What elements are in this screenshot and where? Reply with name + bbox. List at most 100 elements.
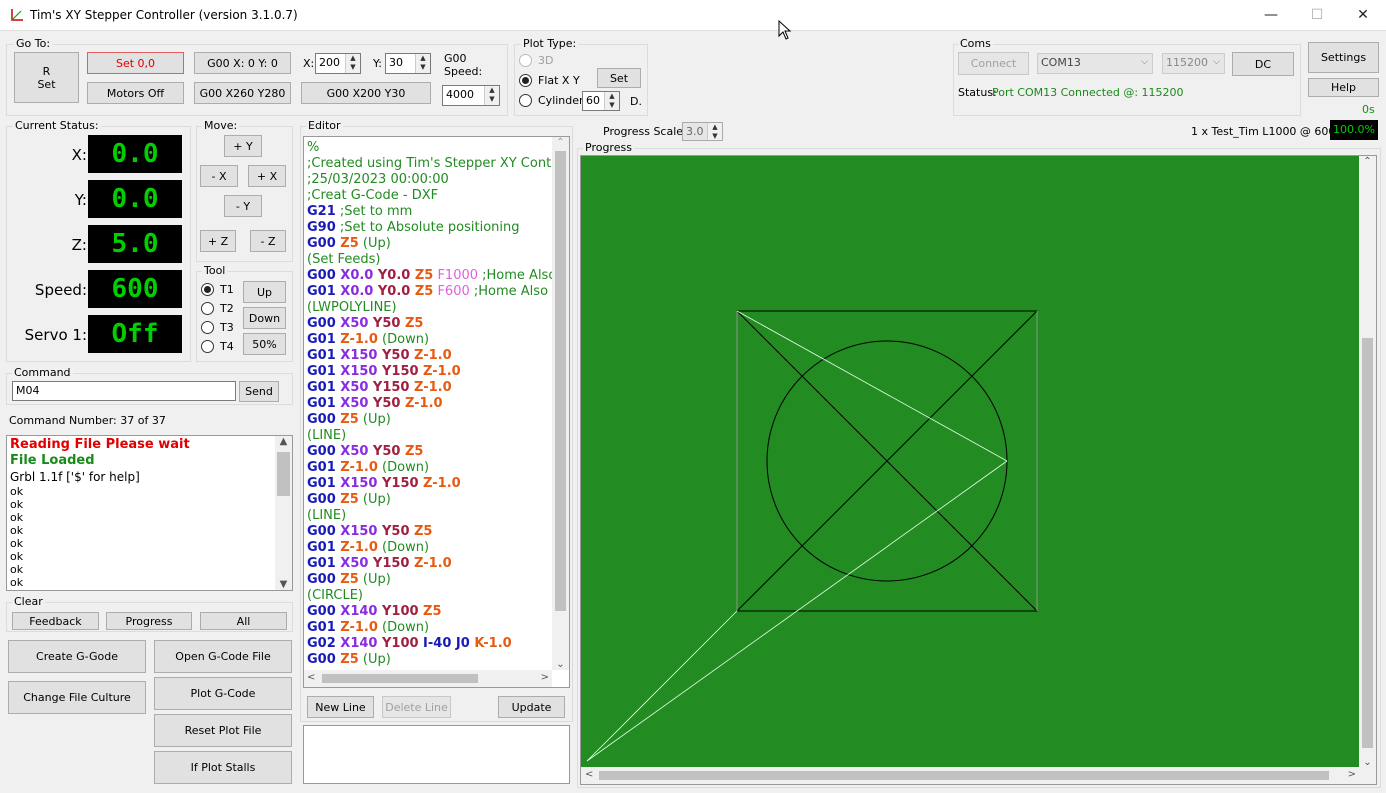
- plot-gcode-button[interactable]: Plot G-Code: [154, 677, 292, 710]
- goto-x260-button[interactable]: G00 X260 Y280: [194, 82, 291, 104]
- plot-vscrollbar[interactable]: ⌃ ⌄: [1359, 156, 1376, 768]
- gcode-line[interactable]: (CIRCLE): [307, 588, 552, 604]
- move-plus-x-button[interactable]: + X: [248, 165, 286, 187]
- reset-plot-button[interactable]: Reset Plot File: [154, 714, 292, 747]
- move-plus-y-button[interactable]: + Y: [224, 135, 262, 157]
- clear-all-button[interactable]: All: [200, 612, 287, 630]
- gcode-editor[interactable]: %;Created using Tim's Stepper XY Control…: [303, 136, 570, 688]
- scroll-thumb[interactable]: [555, 151, 566, 611]
- spinner-icon[interactable]: ▲ ▼: [707, 123, 722, 140]
- radio-flat-xy[interactable]: [519, 74, 532, 87]
- tool-up-button[interactable]: Up: [243, 281, 286, 303]
- help-button[interactable]: Help: [1308, 78, 1379, 97]
- com-port-select[interactable]: COM13 ⌵: [1037, 53, 1153, 74]
- move-minus-z-button[interactable]: - Z: [250, 230, 286, 252]
- radio-tool-1[interactable]: [201, 283, 214, 296]
- gcode-line[interactable]: G01 X150 Y150 Z-1.0: [307, 476, 552, 492]
- radio-3d[interactable]: [519, 54, 532, 67]
- scroll-thumb[interactable]: [277, 452, 290, 496]
- gcode-line[interactable]: G01 X150 Y50 Z-1.0: [307, 348, 552, 364]
- gcode-line[interactable]: G00 Z5 (Up): [307, 236, 552, 252]
- gcode-line[interactable]: ;Created using Tim's Stepper XY Controll…: [307, 156, 552, 172]
- cylinder-diameter-input[interactable]: 60 ▲ ▼: [582, 91, 620, 111]
- gcode-line[interactable]: ;25/03/2023 00:00:00: [307, 172, 552, 188]
- connect-button[interactable]: Connect: [958, 52, 1029, 75]
- goto-x-input[interactable]: 200 ▲ ▼: [315, 53, 361, 74]
- radio-cylinder[interactable]: [519, 94, 532, 107]
- spinner-icon[interactable]: ▲ ▼: [415, 54, 430, 73]
- open-gcode-button[interactable]: Open G-Code File: [154, 640, 292, 673]
- gcode-line[interactable]: (LINE): [307, 508, 552, 524]
- move-minus-x-button[interactable]: - X: [200, 165, 238, 187]
- gcode-line[interactable]: (Set Feeds): [307, 252, 552, 268]
- close-button[interactable]: ✕: [1340, 0, 1386, 31]
- gcode-line[interactable]: (LINE): [307, 428, 552, 444]
- gcode-line[interactable]: G02 X140 Y100 I-40 J0 K-1.0: [307, 636, 552, 652]
- update-button[interactable]: Update: [498, 696, 565, 718]
- line-edit-box[interactable]: [303, 725, 570, 784]
- spinner-icon[interactable]: ▲ ▼: [484, 86, 499, 105]
- create-gcode-button[interactable]: Create G-Gode: [8, 640, 146, 673]
- spinner-icon[interactable]: ▲ ▼: [345, 54, 360, 73]
- feedback-scrollbar[interactable]: ▲ ▼: [275, 436, 292, 590]
- radio-tool-3[interactable]: [201, 321, 214, 334]
- gcode-line[interactable]: %: [307, 140, 552, 156]
- gcode-line[interactable]: G00 X50 Y50 Z5: [307, 444, 552, 460]
- send-button[interactable]: Send: [239, 381, 279, 402]
- maximize-button[interactable]: ☐: [1294, 0, 1340, 31]
- feedback-box[interactable]: Reading File Please wait File Loaded Grb…: [6, 435, 293, 591]
- disconnect-button[interactable]: DC: [1232, 52, 1294, 76]
- chevron-down-icon[interactable]: ⌄: [552, 659, 569, 670]
- gcode-line[interactable]: (LWPOLYLINE): [307, 300, 552, 316]
- gcode-line[interactable]: G00 X0.0 Y0.0 Z5 F1000 ;Home Also s: [307, 268, 552, 284]
- chevron-left-icon[interactable]: <: [585, 769, 593, 780]
- tool-down-button[interactable]: Down: [243, 307, 286, 329]
- gcode-line[interactable]: G01 X50 Y50 Z-1.0: [307, 396, 552, 412]
- gcode-line[interactable]: G01 Z-1.0 (Down): [307, 620, 552, 636]
- goto-y-input[interactable]: 30 ▲ ▼: [385, 53, 431, 74]
- gcode-line[interactable]: G00 Z5 (Up): [307, 492, 552, 508]
- gcode-line[interactable]: G00 X50 Y50 Z5: [307, 316, 552, 332]
- new-line-button[interactable]: New Line: [307, 696, 374, 718]
- progress-scale-input[interactable]: 3.0 ▲ ▼: [682, 122, 723, 141]
- radio-tool-4[interactable]: [201, 340, 214, 353]
- gcode-line[interactable]: G01 Z-1.0 (Down): [307, 540, 552, 556]
- gcode-line[interactable]: G90 ;Set to Absolute positioning: [307, 220, 552, 236]
- set-zero-button[interactable]: Set 0,0: [87, 52, 184, 74]
- gcode-line[interactable]: G01 X50 Y150 Z-1.0: [307, 380, 552, 396]
- chevron-up-icon[interactable]: ▲: [275, 436, 292, 447]
- gcode-line[interactable]: G00 Z5 (Up): [307, 412, 552, 428]
- delete-line-button[interactable]: Delete Line: [382, 696, 451, 718]
- goto-origin-button[interactable]: G00 X: 0 Y: 0: [194, 52, 291, 74]
- chevron-right-icon[interactable]: >: [1348, 769, 1356, 780]
- gcode-line[interactable]: G01 Z-1.0 (Down): [307, 332, 552, 348]
- chevron-up-icon[interactable]: ⌃: [1359, 156, 1376, 167]
- radio-tool-2[interactable]: [201, 302, 214, 315]
- spinner-icon[interactable]: ▲ ▼: [604, 92, 619, 110]
- gcode-line[interactable]: ;Creat G-Code - DXF: [307, 188, 552, 204]
- gcode-line[interactable]: G01 X50 Y150 Z-1.0: [307, 556, 552, 572]
- chevron-left-icon[interactable]: <: [307, 672, 315, 683]
- gcode-line[interactable]: G00 Z5 (Up): [307, 652, 552, 668]
- baud-select[interactable]: 115200 ⌵: [1162, 53, 1225, 74]
- gcode-line[interactable]: G00 X140 Y100 Z5: [307, 604, 552, 620]
- chevron-up-icon[interactable]: ⌃: [552, 137, 569, 148]
- clear-feedback-button[interactable]: Feedback: [12, 612, 99, 630]
- g00-speed-input[interactable]: 4000 ▲ ▼: [442, 85, 500, 106]
- editor-vscrollbar[interactable]: ⌃ ⌄: [552, 137, 569, 670]
- editor-hscrollbar[interactable]: < >: [304, 670, 552, 687]
- scroll-thumb[interactable]: [1362, 338, 1373, 748]
- reset-button[interactable]: R Set: [14, 52, 79, 103]
- scroll-thumb[interactable]: [322, 674, 478, 683]
- gcode-line[interactable]: G01 X150 Y150 Z-1.0: [307, 364, 552, 380]
- gcode-line[interactable]: G00 X150 Y50 Z5: [307, 524, 552, 540]
- settings-button[interactable]: Settings: [1308, 42, 1379, 73]
- gcode-line[interactable]: G01 X0.0 Y0.0 Z5 F600 ;Home Also set: [307, 284, 552, 300]
- move-plus-z-button[interactable]: + Z: [200, 230, 236, 252]
- clear-progress-button[interactable]: Progress: [106, 612, 192, 630]
- plot-hscrollbar[interactable]: < >: [581, 767, 1360, 784]
- tool-50-button[interactable]: 50%: [243, 333, 286, 355]
- chevron-right-icon[interactable]: >: [541, 672, 549, 683]
- plot-viewport[interactable]: ⌃ ⌄ < >: [580, 155, 1377, 785]
- change-culture-button[interactable]: Change File Culture: [8, 681, 146, 714]
